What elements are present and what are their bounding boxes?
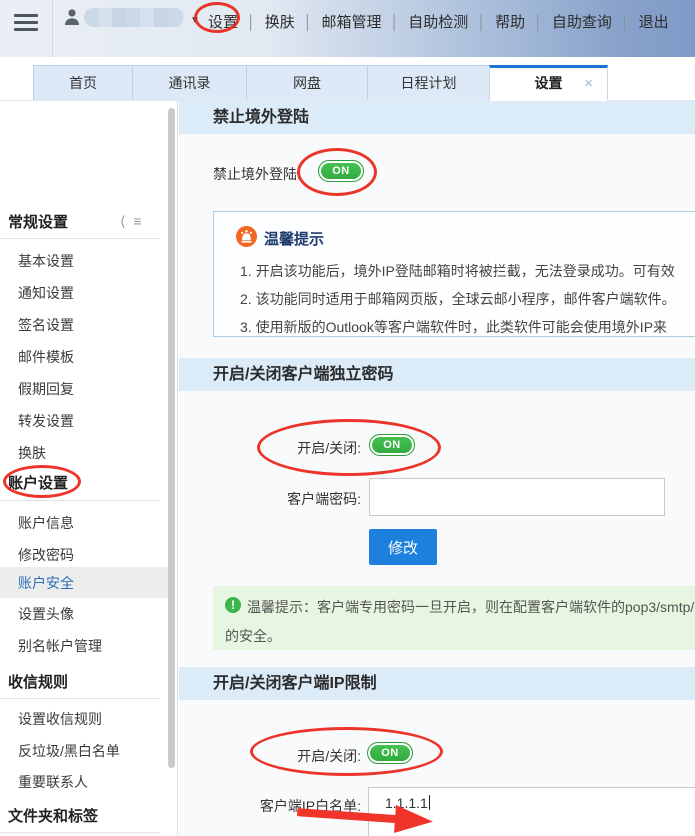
ip-whitelist-label: 客户端IP白名单: [213,796,361,816]
ip-whitelist-input[interactable]: 1.1.1.1 [368,787,695,836]
client-password-toggle[interactable]: ON [369,434,415,456]
menu-separator: │ [304,14,313,30]
client-ip-toggle-label: 开启/关闭: [213,746,361,766]
tab-contacts[interactable]: 通讯录 [132,65,247,101]
menu-item-logout[interactable]: 退出 [630,11,678,32]
section-header-client-ip-limit: 开启/关闭客户端IP限制 [179,667,695,700]
sidebar-item-mail-templates[interactable]: 邮件模板 [18,347,74,367]
modify-button[interactable]: 修改 [369,529,437,565]
topbar: ▼ 设置│ 换肤│ 邮箱管理│ 自助检测│ 帮助│ 自助查询│ 退出 [0,0,695,57]
sidebar-item-notification-settings[interactable]: 通知设置 [18,283,74,303]
divider [0,238,160,239]
menu-item-skin[interactable]: 换肤 [256,11,304,32]
client-password-input[interactable] [369,478,665,516]
sidebar-item-signature-settings[interactable]: 签名设置 [18,315,74,335]
sidebar-item-account-info[interactable]: 账户信息 [18,513,74,533]
user-account-name-blurred[interactable] [84,8,184,27]
client-password-tip-line2: 的安全。 [225,626,281,646]
close-icon[interactable]: × [584,68,593,99]
sidebar-section-folders-and-tags: 文件夹和标签 [8,805,98,826]
collapse-sidebar-icon[interactable]: ⟨ ≡ [120,213,144,230]
section-title: 禁止境外登陆 [179,101,695,134]
account-security-panel: 禁止境外登陆 禁止境外登陆: ON 温馨提示 1. 开启该功能后，境外IP登陆邮… [179,101,695,836]
menu-item-help[interactable]: 帮助 [486,11,534,32]
forbid-foreign-login-toggle[interactable]: ON [318,160,364,182]
section-title: 开启/关闭客户端IP限制 [179,667,695,700]
menu-item-self-check[interactable]: 自助检测 [399,11,477,32]
menu-item-mailbox-management[interactable]: 邮箱管理 [313,11,391,32]
warm-tips-bell-icon [236,226,257,252]
section-title: 开启/关闭客户端独立密码 [179,358,695,391]
menu-separator: │ [621,14,630,30]
warm-tips-box: 温馨提示 1. 开启该功能后，境外IP登陆邮箱时将被拦截，无法登录成功。可有效 … [213,211,695,337]
menu-separator: │ [391,14,400,30]
ip-whitelist-value: 1.1.1.1 [385,795,428,811]
text-cursor [429,795,430,810]
tab-settings-label: 设置 [535,75,563,91]
warm-tip-2: 2. 该功能同时适用于邮箱网页版，全球云邮小程序，邮件客户端软件。 [240,289,676,309]
section-header-client-password: 开启/关闭客户端独立密码 [179,358,695,391]
divider [0,832,160,833]
divider [0,500,160,501]
sidebar-item-avatar-settings[interactable]: 设置头像 [18,604,74,624]
sidebar-item-account-security[interactable]: 账户安全 [18,573,74,593]
menu-separator: │ [477,14,486,30]
client-password-tip-line1: 温馨提示：客户端专用密码一旦开启，则在配置客户端软件的pop3/smtp/ima… [247,597,695,617]
tab-bar: 首页 通讯录 网盘 日程计划 设置 × [0,57,695,101]
sidebar-item-important-contacts[interactable]: 重要联系人 [18,772,88,792]
menu-item-settings[interactable]: 设置 [199,11,247,32]
settings-sidebar: 常规设置 ⟨ ≡ 基本设置 通知设置 签名设置 邮件模板 假期回复 转发设置 换… [0,101,178,836]
sidebar-section-receiving-rules: 收信规则 [8,671,68,692]
menu-separator: │ [247,14,256,30]
sidebar-section-account-settings: 账户设置 [8,472,68,493]
sidebar-item-vacation-reply[interactable]: 假期回复 [18,379,74,399]
client-password-toggle-label: 开启/关闭: [213,438,361,458]
client-password-field-label: 客户端密码: [213,489,361,509]
tab-home[interactable]: 首页 [33,65,133,101]
sidebar-item-skin[interactable]: 换肤 [18,443,46,463]
user-icon [62,7,82,32]
topbar-divider [52,0,53,57]
tab-calendar[interactable]: 日程计划 [367,65,490,101]
divider [0,698,160,699]
menu-item-self-query[interactable]: 自助查询 [543,11,621,32]
sidebar-item-basic-settings[interactable]: 基本设置 [18,251,74,271]
sidebar-item-alias-account-management[interactable]: 别名帐户管理 [18,636,102,656]
sidebar-section-general-settings: 常规设置 [8,211,68,232]
section-header-forbid-foreign-login: 禁止境外登陆 [179,101,695,134]
sidebar-item-change-password[interactable]: 修改密码 [18,545,74,565]
sidebar-item-set-receiving-rules[interactable]: 设置收信规则 [18,709,102,729]
client-ip-toggle[interactable]: ON [367,742,413,764]
warm-tip-3: 3. 使用新版的Outlook等客户端软件时，此类软件可能会使用境外IP来 [240,317,667,337]
sidebar-item-forwarding-settings[interactable]: 转发设置 [18,411,74,431]
sidebar-scrollbar-thumb[interactable] [168,108,175,768]
tab-netdisk[interactable]: 网盘 [246,65,368,101]
warm-tips-title: 温馨提示 [264,228,324,249]
menu-separator: │ [534,14,543,30]
topbar-menu: 设置│ 换肤│ 邮箱管理│ 自助检测│ 帮助│ 自助查询│ 退出 [199,11,678,32]
hamburger-menu-icon[interactable] [14,14,38,31]
forbid-foreign-login-label: 禁止境外登陆: [213,164,301,184]
mail-settings-window: ▼ 设置│ 换肤│ 邮箱管理│ 自助检测│ 帮助│ 自助查询│ 退出 首页 通讯… [0,0,695,836]
warm-tip-1: 1. 开启该功能后，境外IP登陆邮箱时将被拦截，无法登录成功。可有效 [240,261,675,281]
sidebar-item-antispam-blacklist-whitelist[interactable]: 反垃圾/黑白名单 [18,741,120,761]
tab-settings[interactable]: 设置 × [489,65,608,101]
alert-circle-icon: ! [225,597,241,613]
client-password-tip-box: ! 温馨提示：客户端专用密码一旦开启，则在配置客户端软件的pop3/smtp/i… [213,586,695,650]
